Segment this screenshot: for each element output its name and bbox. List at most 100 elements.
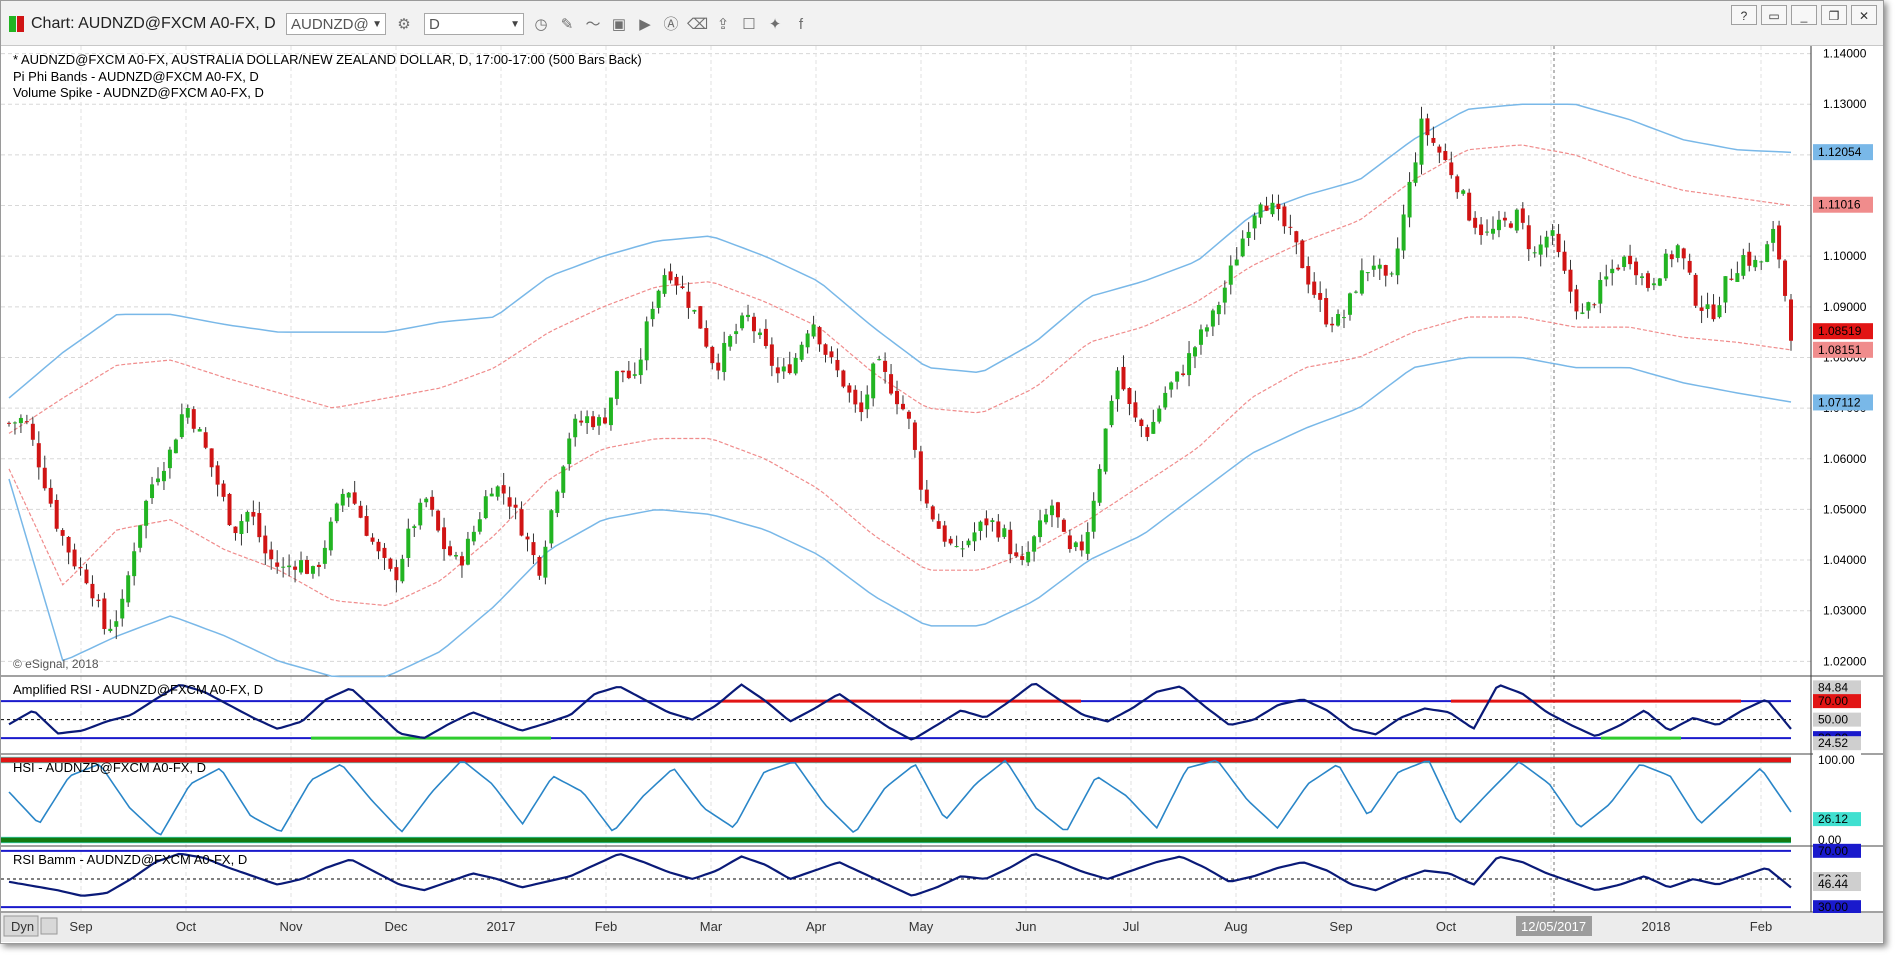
candle-body [1479, 224, 1484, 236]
candle-body [1181, 373, 1186, 376]
candle-body [859, 402, 864, 413]
candle-body [489, 493, 494, 497]
time-tick-label: Oct [176, 919, 197, 934]
time-tick-label: Jun [1016, 919, 1037, 934]
interval-input[interactable]: D ▼ [424, 13, 524, 35]
candle-body [132, 551, 137, 577]
pencil-icon[interactable]: ✎ [557, 15, 577, 35]
price-tick-label: 1.13000 [1823, 97, 1867, 111]
line-tool-icon[interactable]: 〜 [583, 15, 603, 35]
candle-body [1383, 265, 1388, 276]
candle-body [954, 546, 959, 548]
candle-body [7, 422, 11, 424]
candle-body [1759, 261, 1764, 263]
candle-body [1491, 228, 1496, 234]
candle-body [1121, 366, 1126, 390]
candle-body [918, 451, 923, 490]
candle-body [608, 397, 613, 426]
candle-body [442, 527, 447, 550]
candle-body [1520, 208, 1525, 223]
candle-body [1651, 283, 1656, 286]
candle-body [144, 500, 149, 526]
candle-body [769, 344, 774, 366]
indicator-label-text: 24.52 [1818, 736, 1848, 750]
comment-icon[interactable]: ☐ [739, 15, 759, 35]
candle-body [495, 486, 500, 497]
candle-body [853, 389, 858, 405]
candle-body [1473, 217, 1478, 228]
close-button[interactable]: ✕ [1851, 5, 1877, 25]
window-list-icon[interactable]: ▭ [1761, 5, 1787, 25]
candle-body [1109, 400, 1114, 426]
indicator-label-text: 30.00 [1818, 900, 1848, 914]
candle-body [966, 540, 971, 546]
candle-body [352, 492, 357, 504]
candle-body [1592, 304, 1597, 306]
candle-body [537, 557, 542, 576]
candle-body [477, 519, 482, 532]
candle-body [728, 336, 733, 347]
price-label-text: 1.07112 [1818, 395, 1861, 409]
candle-body [704, 328, 709, 347]
candle-body [1312, 281, 1317, 295]
candle-body [1485, 231, 1490, 233]
eraser-icon[interactable]: ⌫ [687, 15, 708, 35]
indicator-label-text: 84.84 [1818, 680, 1848, 694]
minimize-button[interactable]: _ [1791, 5, 1817, 25]
candle-body [662, 275, 667, 294]
candle-body [1413, 162, 1418, 183]
indicator-icon[interactable]: ▣ [609, 15, 629, 35]
alert-icon[interactable]: Ⓐ [661, 15, 681, 35]
restore-button[interactable]: ❐ [1821, 5, 1847, 25]
candle-body [1038, 520, 1043, 538]
candle-body [453, 555, 458, 557]
candle-body [1640, 276, 1645, 278]
symbol-input[interactable]: AUDNZD@ ▼ [286, 13, 386, 35]
candle-body [1496, 219, 1501, 231]
candle-body [114, 621, 119, 627]
candle-body [346, 492, 351, 498]
candle-body [96, 599, 101, 602]
candle-body [1288, 226, 1293, 228]
scroll-arrows-icon[interactable] [40, 917, 58, 935]
twitter-icon[interactable]: ✦ [765, 15, 785, 35]
share-icon[interactable]: ⇪ [713, 15, 733, 35]
candle-body [1258, 204, 1263, 218]
clock-icon[interactable]: ◷ [531, 15, 551, 35]
candle-body [781, 366, 786, 372]
candle-body [364, 516, 369, 536]
candle-body [1240, 238, 1245, 257]
candle-body [942, 525, 947, 542]
candle-body [614, 371, 619, 399]
help-button[interactable]: ? [1731, 5, 1757, 25]
chevron-down-icon[interactable]: ▼ [372, 14, 382, 36]
candle-body [102, 598, 107, 629]
candle-body [996, 521, 1001, 538]
candle-body [1079, 541, 1084, 551]
candle-body [626, 370, 631, 379]
candle-body [138, 525, 143, 548]
candle-body [1198, 329, 1203, 345]
candle-body [1157, 408, 1162, 422]
time-tick-label: Nov [279, 919, 303, 934]
candle-body [883, 360, 888, 372]
candle-body [448, 546, 453, 556]
candle-body [1306, 266, 1311, 285]
candle-body [197, 429, 202, 432]
chart-area[interactable]: 1.140001.130001.120001.110001.100001.090… [1, 46, 1883, 942]
candle-body [334, 503, 339, 522]
settings-gear-icon[interactable]: ⚙ [394, 15, 414, 35]
facebook-icon[interactable]: f [791, 15, 811, 35]
candle-body [1550, 230, 1555, 236]
candle-body [823, 344, 828, 355]
candle-body [1669, 254, 1674, 260]
candle-body [310, 566, 315, 574]
time-tick-label: Oct [1436, 919, 1457, 934]
candle-body [1336, 314, 1341, 326]
price-tick-label: 1.14000 [1823, 47, 1867, 61]
candle-body [1562, 251, 1567, 271]
chevron-down-icon[interactable]: ▼ [510, 14, 520, 36]
play-icon[interactable]: ▶ [635, 15, 655, 35]
candle-body [215, 465, 220, 485]
candle-body [972, 532, 977, 542]
